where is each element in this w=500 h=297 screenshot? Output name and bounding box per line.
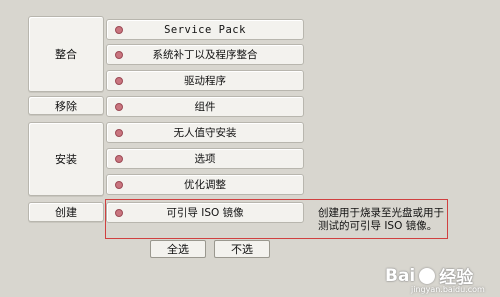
task-options-button[interactable]: 选项 (106, 148, 304, 169)
group-create-label: 创建 (55, 206, 77, 219)
task-label: 可引导 ISO 镜像 (166, 207, 244, 219)
task-label: 无人值守安装 (173, 127, 237, 139)
group-integrate-label: 整合 (55, 48, 77, 61)
status-dot-icon (115, 51, 123, 59)
task-label: 选项 (194, 153, 216, 165)
select-all-label: 全选 (167, 243, 189, 256)
task-label: 驱动程序 (184, 75, 226, 87)
task-hotfixes-button[interactable]: 系统补丁以及程序整合 (106, 44, 304, 65)
status-dot-icon (115, 155, 123, 163)
task-drivers-button[interactable]: 驱动程序 (106, 70, 304, 91)
task-description: 创建用于烧录至光盘或用于测试的可引导 ISO 镜像。 (318, 207, 444, 232)
task-label: Service Pack (164, 23, 246, 36)
group-integrate: 整合 (28, 16, 104, 92)
group-install: 安装 (28, 122, 104, 196)
group-install-label: 安装 (55, 153, 77, 166)
status-dot-icon (115, 77, 123, 85)
paw-logo-icon (419, 267, 436, 284)
watermark-url: jingyan.baidu.com (411, 285, 485, 294)
status-dot-icon (115, 129, 123, 137)
task-service-pack-button[interactable]: Service Pack (106, 19, 304, 40)
group-remove-label: 移除 (55, 99, 77, 113)
task-label: 组件 (194, 101, 216, 113)
group-remove: 移除 (28, 96, 104, 115)
task-tweaks-button[interactable]: 优化调整 (106, 174, 304, 195)
status-dot-icon (115, 209, 123, 217)
select-all-button[interactable]: 全选 (150, 240, 206, 258)
task-unattended-button[interactable]: 无人值守安装 (106, 122, 304, 143)
select-none-button[interactable]: 不选 (214, 240, 270, 258)
select-none-label: 不选 (231, 243, 253, 256)
baidu-watermark: Bai 经验 jingyan.baidu.com (385, 263, 485, 295)
task-label: 系统补丁以及程序整合 (152, 49, 258, 61)
status-dot-icon (115, 26, 123, 34)
task-label: 优化调整 (184, 179, 226, 191)
status-dot-icon (115, 103, 123, 111)
task-bootable-iso-button[interactable]: 可引导 ISO 镜像 (106, 202, 304, 223)
task-components-button[interactable]: 组件 (106, 96, 304, 117)
watermark-brand: Bai (385, 265, 416, 286)
status-dot-icon (115, 181, 123, 189)
group-create: 创建 (28, 202, 104, 222)
